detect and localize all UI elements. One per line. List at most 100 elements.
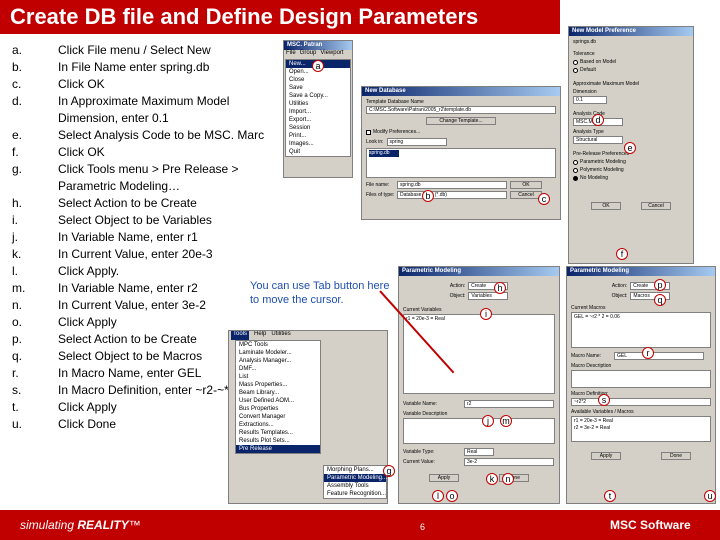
var-name-input[interactable]: r2 (464, 400, 554, 408)
step-text: Click Apply (58, 400, 117, 414)
pre-release-submenu: Morphing Plans... Parametric Modeling... A… (323, 465, 387, 499)
modify-pref-checkbox[interactable] (366, 129, 371, 135)
tools-menu-item[interactable]: Results Templates... (236, 429, 320, 437)
tol-radio-based[interactable] (573, 59, 578, 65)
tools-menu-item[interactable]: Analysis Manager... (236, 357, 320, 365)
file-menu-item[interactable]: Save a Copy... (286, 92, 350, 100)
pref-option-label: Polymeric Modeling (580, 167, 624, 173)
tools-menu-list: MPC Tools Laminate Modeler... Analysis Man… (235, 340, 321, 454)
macro-name-input[interactable]: GEL (614, 352, 704, 360)
object-label: Object: (449, 293, 466, 299)
analysis-code-label: Analysis Code (573, 111, 605, 117)
approx-input[interactable]: 0.1 (573, 96, 607, 104)
done-button[interactable]: Done (661, 452, 691, 460)
file-name-input[interactable]: spring.db (397, 181, 507, 189)
tools-menu-item[interactable]: Pre Release (236, 445, 320, 453)
look-in-select[interactable]: spring (386, 138, 447, 146)
file-menu-item[interactable]: Save (286, 84, 350, 92)
ok-button[interactable]: OK (510, 181, 542, 189)
apply-button[interactable]: Apply (591, 452, 621, 460)
menu-group[interactable]: Group (300, 50, 317, 58)
submenu-item[interactable]: Parametric Modeling... (324, 474, 387, 482)
template-field[interactable]: C:\MSC.Software\Patran\2005_r2\template.… (366, 106, 556, 114)
var-desc-input[interactable] (403, 418, 555, 444)
submenu-item[interactable]: Morphing Plans... (324, 466, 386, 474)
file-menu-item[interactable]: Quit (286, 148, 350, 156)
pref-option-label: No Modeling (580, 175, 609, 181)
step-text: Click OK (58, 145, 105, 159)
look-in-label: Look in: (366, 139, 384, 145)
tools-menu-item[interactable]: Laminate Modeler... (236, 349, 320, 357)
file-menu-item[interactable]: Images... (286, 140, 350, 148)
pref-option[interactable]: No Modeling (573, 174, 689, 182)
tools-menu-item[interactable]: Convert Manager (236, 413, 320, 421)
step-text: In Current Value, enter 3e-2 (58, 298, 206, 312)
file-menu-item[interactable]: Export... (286, 116, 350, 124)
tools-menu-item[interactable]: DMF... (236, 365, 320, 373)
pref-option[interactable]: Parametric Modeling (573, 158, 689, 166)
tools-menu-item[interactable]: Results Plot Sets... (236, 437, 320, 445)
tools-menu-item[interactable]: Extractions... (236, 421, 320, 429)
list-item[interactable]: r2 = 3e-2 = Real (574, 425, 708, 432)
menu-tools[interactable]: Tools (231, 331, 250, 340)
tools-menu-item[interactable]: Mass Properties... (236, 381, 320, 389)
tolerance-label: Tolerance (573, 51, 595, 57)
step-item: g. Click Tools menu > Pre Release > Param… (12, 161, 282, 195)
menu-file[interactable]: File (286, 50, 296, 58)
tools-menu-item[interactable]: List (236, 373, 320, 381)
macro-desc-input[interactable] (571, 370, 711, 388)
step-label: r. (12, 366, 19, 380)
file-menu-item[interactable]: Close (286, 76, 350, 84)
file-menu-item[interactable]: Print... (286, 132, 350, 140)
step-label: n. (12, 298, 23, 312)
cancel-button[interactable]: Cancel (641, 202, 671, 210)
callout-n: n (502, 473, 514, 485)
macro-def-input[interactable]: ~r2*2 (571, 398, 711, 406)
analysis-type-select[interactable]: Structural (573, 136, 623, 144)
step-text: Select Action to be Create (58, 332, 197, 346)
list-item[interactable]: GEL = ~r2 * 2 = 0.06 (574, 314, 708, 321)
menu-viewport[interactable]: Viewport (320, 50, 343, 58)
tools-menu-item[interactable]: User Defined AOM... (236, 397, 320, 405)
callout-e: e (624, 142, 636, 154)
var-type-label: Variable Type: (403, 449, 435, 455)
menu-help[interactable]: Help (254, 331, 266, 340)
file-menu-item[interactable]: Import... (286, 108, 350, 116)
tol-radio-default[interactable] (573, 67, 578, 73)
ok-button[interactable]: OK (591, 202, 621, 210)
file-item[interactable]: spring.db (369, 150, 399, 157)
submenu-item[interactable]: Assembly Tools (324, 482, 386, 490)
list-item[interactable]: r1 = 20e-3 = Real (406, 316, 552, 323)
menubar: Tools Help Utilities (229, 331, 387, 340)
list-item[interactable]: r1 = 20e-3 = Real (574, 418, 708, 425)
step-item: a. Click File menu / Select New (12, 42, 282, 59)
window-title: New Database (362, 87, 560, 96)
files-type-select[interactable]: Database Files (*.db) (397, 191, 507, 199)
file-menu-item[interactable]: Utilities (286, 100, 350, 108)
menu-utilities[interactable]: Utilities (271, 331, 290, 340)
radio-icon[interactable] (573, 167, 578, 173)
footer-brand-tm: ™ (128, 518, 141, 532)
template-label: Template Database Name (366, 99, 424, 105)
radio-icon[interactable] (573, 175, 578, 181)
apply-button[interactable]: Apply (429, 474, 459, 482)
file-menu-item[interactable]: Session (286, 124, 350, 132)
tab-note: You can use Tab button here to move the … (250, 279, 390, 307)
step-text: In File Name enter spring.db (58, 60, 210, 74)
analysis-type-label: Analysis Type (573, 129, 604, 135)
tools-menu-item[interactable]: Bus Properties (236, 405, 320, 413)
submenu-item[interactable]: Feature Recognition... (324, 490, 386, 498)
var-type-select[interactable]: Real (464, 448, 494, 456)
tools-menu-item[interactable]: Beam Library... (236, 389, 320, 397)
callout-m: m (500, 415, 512, 427)
pref-option[interactable]: Polymeric Modeling (573, 166, 689, 174)
step-text: In Approximate Maximum Model Dimension, … (58, 94, 230, 125)
window-title: New Model Preference (569, 27, 693, 36)
current-macros-list: GEL = ~r2 * 2 = 0.06 (571, 312, 711, 348)
step-label: f. (12, 145, 19, 159)
cur-value-input[interactable]: 3e-2 (464, 458, 554, 466)
change-template-button[interactable]: Change Template... (426, 117, 496, 125)
radio-icon[interactable] (573, 159, 578, 165)
tools-menu-item[interactable]: MPC Tools (236, 341, 320, 349)
step-item: e. Select Analysis Code to be MSC. Marc (12, 127, 282, 144)
